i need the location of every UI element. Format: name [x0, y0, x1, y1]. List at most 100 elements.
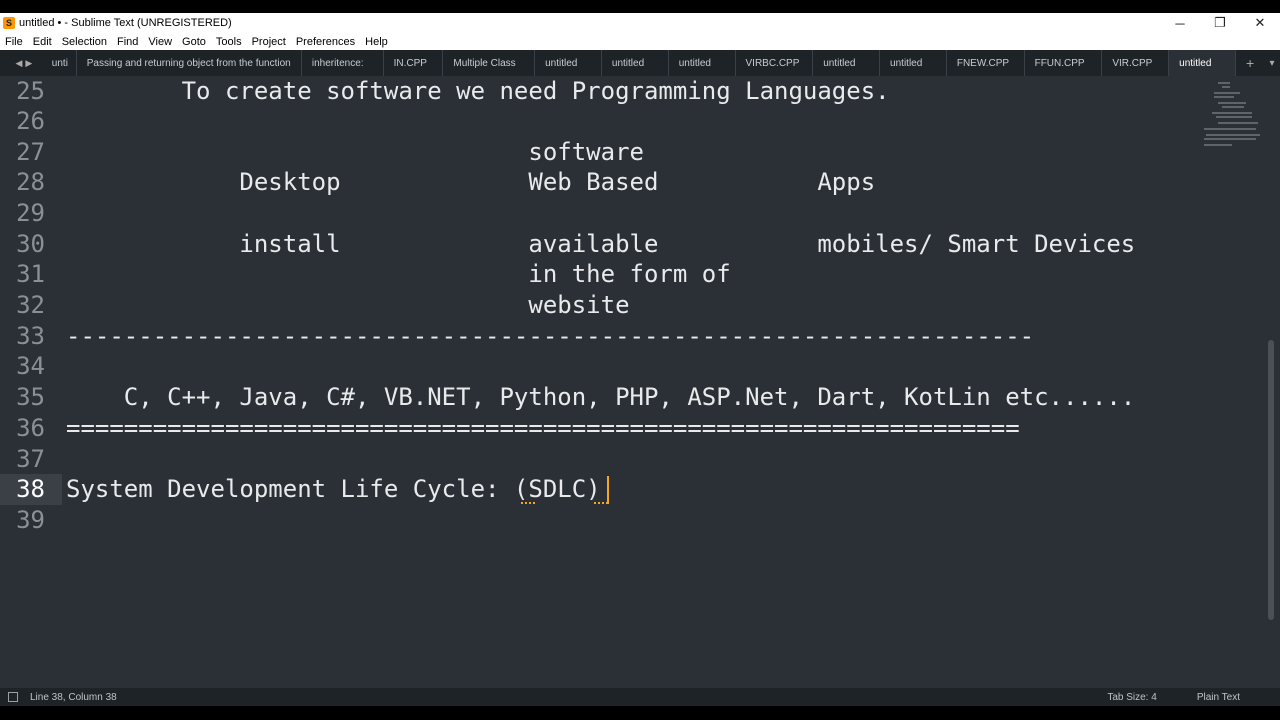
status-right: Tab Size: 4 Plain Text [1107, 688, 1280, 706]
code-line: ----------------------------------------… [66, 322, 1035, 350]
line-number: 32 [16, 291, 45, 319]
tab-label: VIRBC.CPP [745, 57, 800, 69]
title-bar: S untitled • - Sublime Text (UNREGISTERE… [0, 13, 1280, 33]
minimap-line [1214, 92, 1240, 94]
maximize-button[interactable]: ❐ [1200, 13, 1240, 33]
line-number: 30 [16, 230, 45, 258]
tab-10[interactable]: untitled [880, 50, 947, 76]
tab-5[interactable]: untitled [535, 50, 602, 76]
cursor-position: Line 38, Column 38 [30, 691, 117, 703]
panel-toggle-icon[interactable] [8, 692, 18, 702]
line-number: 31 [16, 260, 45, 288]
tab-12[interactable]: FFUN.CPP [1025, 50, 1103, 76]
minimap-line [1204, 128, 1256, 130]
tab-9[interactable]: untitled [813, 50, 881, 76]
sublime-app-icon: S [3, 17, 15, 29]
tab-label: inheritence: [311, 57, 364, 69]
tab-label: untitled [611, 57, 645, 69]
code-line: To create software we need Programming L… [66, 77, 890, 105]
minimap-line [1222, 106, 1244, 108]
tab-label: FFUN.CPP [1034, 57, 1085, 69]
line-number: 29 [16, 199, 45, 227]
window-controls: ─ ❐ ✕ [1160, 13, 1280, 33]
minimap-line [1204, 138, 1256, 140]
tab-label: VIR.CPP [1112, 57, 1153, 69]
menu-file[interactable]: File [0, 36, 28, 48]
tab-8[interactable]: VIRBC.CPP [736, 50, 814, 76]
code-line: install available mobiles/ Smart Devices [66, 230, 1136, 258]
tab-2[interactable]: inheritence: [302, 50, 384, 76]
code-line-current: System Development Life Cycle: (SDLC) [66, 475, 601, 503]
tab-scroll-right-icon[interactable]: ▶ [25, 58, 32, 69]
minimap-line [1218, 82, 1230, 84]
menu-view[interactable]: View [143, 36, 177, 48]
tab-label: unti [51, 57, 68, 69]
tab-label: IN.CPP [393, 57, 427, 69]
code-text[interactable]: To create software we need Programming L… [66, 76, 1135, 586]
tab-label: FNEW.CPP [956, 57, 1010, 69]
tab-size-indicator[interactable]: Tab Size: 4 [1107, 692, 1156, 703]
tab-1[interactable]: Passing and returning object from the fu… [77, 50, 302, 76]
minimap-line [1216, 116, 1252, 118]
code-line: software [66, 138, 644, 166]
line-number: 36 [16, 414, 45, 442]
line-number: 34 [16, 352, 45, 380]
line-number: 37 [16, 445, 45, 473]
bracket-match-underline [521, 502, 535, 504]
tab-label: untitled [678, 57, 711, 69]
minimap-line [1222, 86, 1230, 88]
tab-4[interactable]: Multiple Class [443, 50, 536, 76]
line-number: 27 [16, 138, 45, 166]
menu-help[interactable]: Help [360, 36, 393, 48]
minimize-button[interactable]: ─ [1160, 13, 1200, 33]
menu-edit[interactable]: Edit [28, 36, 57, 48]
tab-scroll-left-icon[interactable]: ◀ [15, 58, 22, 69]
tab-label: Multiple Class [453, 57, 516, 69]
minimap-line [1204, 144, 1232, 146]
line-number-gutter: 25 26 27 28 29 30 31 32 33 34 35 36 37 3… [0, 76, 62, 688]
minimap-line [1218, 122, 1258, 124]
tab-3[interactable]: IN.CPP [384, 50, 444, 76]
line-number: 25 [16, 77, 45, 105]
tab-11[interactable]: FNEW.CPP [947, 50, 1025, 76]
menu-project[interactable]: Project [247, 36, 291, 48]
tab-label: untitled [545, 57, 578, 69]
editor-area[interactable]: 25 26 27 28 29 30 31 32 33 34 35 36 37 3… [0, 76, 1280, 688]
minimap[interactable] [1204, 80, 1264, 150]
line-number: 39 [16, 506, 45, 534]
tab-13[interactable]: VIR.CPP [1102, 50, 1170, 76]
new-tab-icon[interactable]: + [1236, 50, 1264, 76]
minimap-line [1206, 134, 1260, 136]
tab-list-chevron-icon[interactable]: ▾ [1264, 50, 1280, 76]
syntax-indicator[interactable]: Plain Text [1197, 692, 1240, 703]
code-line: Desktop Web Based Apps [66, 168, 876, 196]
code-line: ========================================… [66, 414, 1020, 442]
menu-preferences[interactable]: Preferences [291, 36, 360, 48]
text-caret [607, 476, 609, 504]
menu-find[interactable]: Find [112, 36, 143, 48]
vertical-scrollbar-thumb[interactable] [1268, 340, 1274, 620]
tab-6[interactable]: untitled [602, 50, 669, 76]
tab-label: untitled [823, 57, 856, 69]
tab-14-active[interactable]: untitled [1169, 50, 1237, 76]
status-bar: Line 38, Column 38 Tab Size: 4 Plain Tex… [0, 688, 1280, 706]
tab-label: untitled [1179, 57, 1212, 69]
letterbox-top [0, 0, 1280, 13]
minimap-line [1218, 102, 1246, 104]
code-line: website [66, 291, 630, 319]
menu-tools[interactable]: Tools [211, 36, 247, 48]
line-number: 26 [16, 107, 45, 135]
bracket-match-underline [594, 502, 608, 504]
tab-label: Passing and returning object from the fu… [86, 57, 291, 69]
menu-goto[interactable]: Goto [177, 36, 211, 48]
code-line: C, C++, Java, C#, VB.NET, Python, PHP, A… [66, 383, 1136, 411]
close-button[interactable]: ✕ [1240, 13, 1280, 33]
tab-0[interactable]: unti [48, 50, 77, 76]
letterbox-bottom [0, 706, 1280, 720]
line-number: 33 [16, 322, 45, 350]
menu-bar: File Edit Selection Find View Goto Tools… [0, 33, 1280, 50]
menu-selection[interactable]: Selection [57, 36, 112, 48]
line-number: 28 [16, 168, 45, 196]
tab-7[interactable]: untitled [669, 50, 736, 76]
line-number: 35 [16, 383, 45, 411]
